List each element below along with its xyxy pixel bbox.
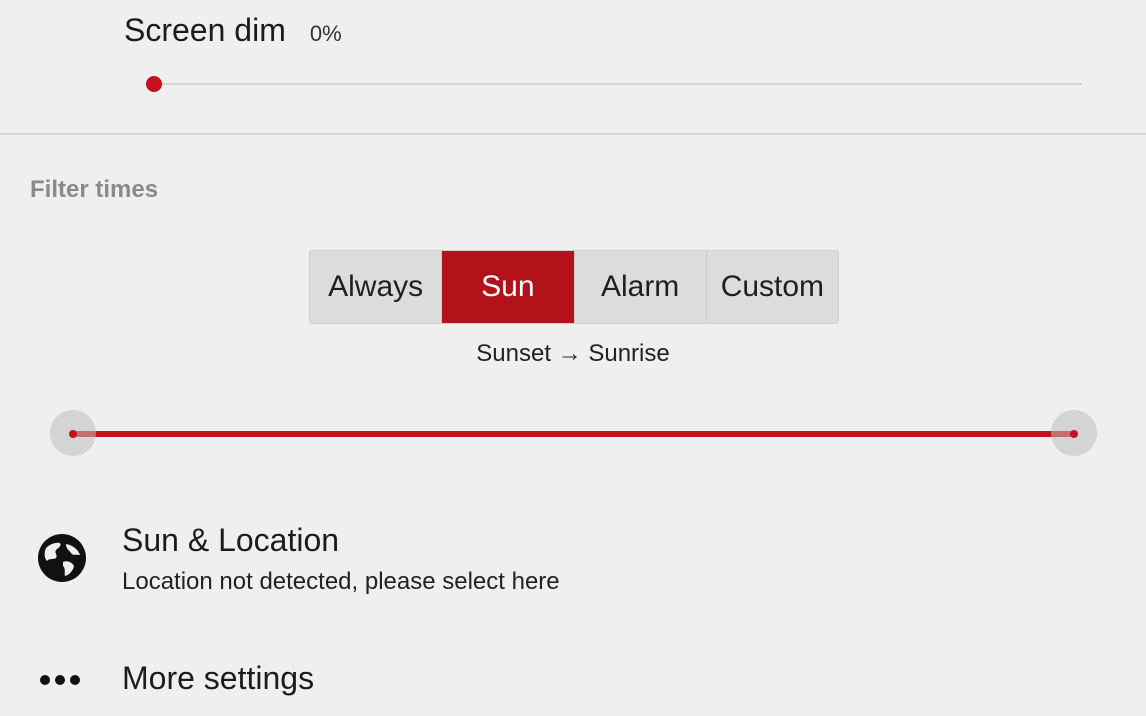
time-range-fill — [72, 431, 1075, 437]
filter-time-range-slider[interactable] — [50, 410, 1097, 458]
sun-location-item[interactable]: Sun & Location Location not detected, pl… — [0, 520, 1146, 610]
segment-sun[interactable]: Sun — [442, 251, 575, 323]
screen-dim-value: 0% — [309, 21, 342, 46]
filter-range-text: Sunset → Sunrise — [476, 340, 670, 367]
segment-alarm[interactable]: Alarm — [574, 251, 707, 323]
screen-dim-thumb[interactable] — [146, 76, 162, 92]
more-settings-title: More settings — [122, 660, 315, 696]
filter-times-header: Filter times — [30, 176, 159, 203]
screen-dim-header: Screen dim 0% — [124, 12, 342, 49]
more-dots-icon — [36, 672, 84, 693]
time-range-start-handle[interactable] — [50, 410, 96, 456]
globe-icon — [36, 532, 88, 589]
start-handle-dot — [69, 430, 77, 438]
filter-mode-selector: Always Sun Alarm Custom — [309, 250, 839, 324]
end-handle-dot — [1070, 430, 1078, 438]
segment-custom[interactable]: Custom — [706, 251, 838, 323]
section-divider — [0, 133, 1146, 135]
screen-dim-slider[interactable] — [146, 74, 1082, 94]
settings-page: Screen dim 0% Filter times Always Sun Al… — [0, 0, 1146, 716]
sun-location-title: Sun & Location — [122, 522, 340, 558]
more-settings-item[interactable]: More settings — [0, 650, 1146, 710]
screen-dim-label: Screen dim — [124, 12, 286, 48]
time-range-end-handle[interactable] — [1051, 410, 1097, 456]
segment-always[interactable]: Always — [310, 251, 443, 323]
sun-location-subtitle: Location not detected, please select her… — [122, 568, 560, 595]
screen-dim-track[interactable] — [146, 83, 1082, 85]
